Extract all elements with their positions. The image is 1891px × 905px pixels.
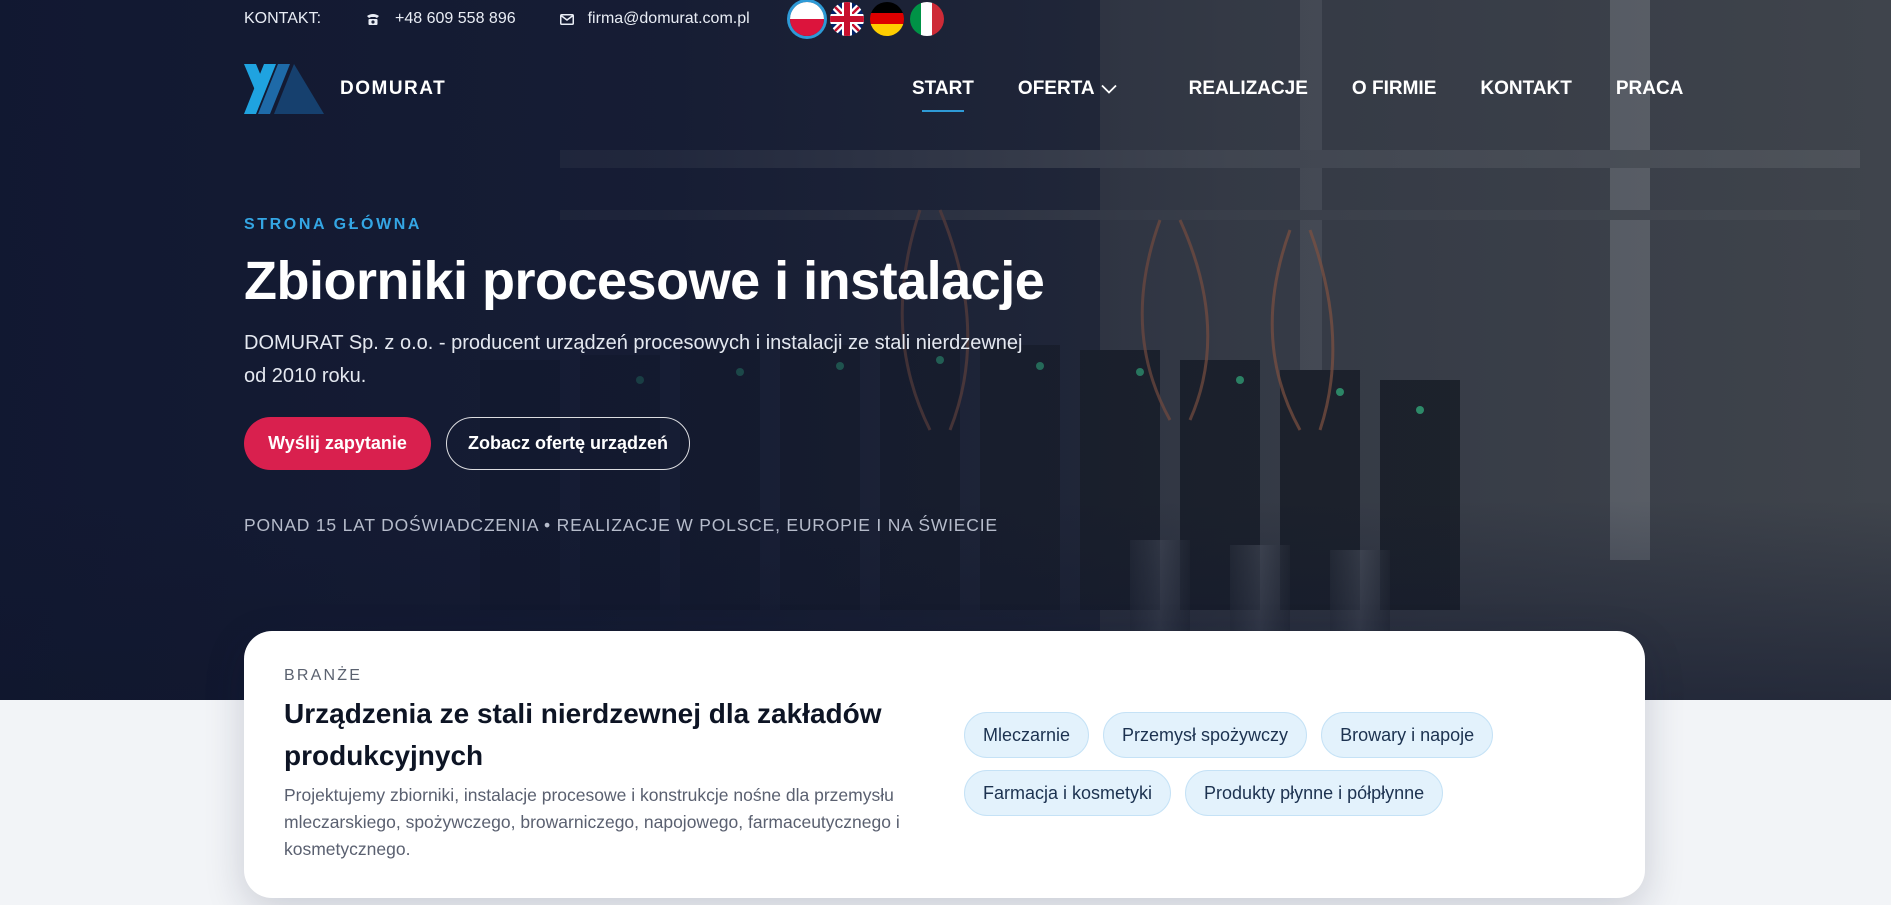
industries-title: Urządzenia ze stali nierdzewnej dla zakł… xyxy=(284,698,882,771)
main-navigation: START OFERTA REALIZACJE O FIRMIE KONTAKT… xyxy=(912,78,1684,112)
phone-number: +48 609 558 896 xyxy=(395,10,516,27)
industries-eyebrow: BRANŻE xyxy=(284,667,363,684)
hero-eyebrow: STRONA GŁÓWNA xyxy=(244,216,423,233)
email-link[interactable]: firma@domurat.com.pl xyxy=(559,10,750,28)
nav-item-label: KONTAKT xyxy=(1480,78,1572,99)
language-switcher xyxy=(789,2,944,36)
nav-item-realizacje[interactable]: REALIZACJE xyxy=(1189,78,1308,100)
top-contact-bar: KONTAKT: +48 609 558 896 firma@domurat.c… xyxy=(244,0,944,38)
nav-item-o-firmie[interactable]: O FIRMIE xyxy=(1352,78,1436,100)
hero-lead: DOMURAT Sp. z o.o. - producent urządzeń … xyxy=(244,332,1023,387)
nav-item-start[interactable]: START xyxy=(912,78,974,112)
nav-item-label: OFERTA xyxy=(1017,78,1095,99)
nav-item-kontakt[interactable]: KONTAKT xyxy=(1480,78,1571,100)
send-inquiry-button[interactable]: Wyślij zapytanie xyxy=(244,417,431,470)
industry-chip[interactable]: Browary i napoje xyxy=(1321,712,1494,758)
flag-italy-icon[interactable] xyxy=(909,2,944,36)
flag-germany-icon[interactable] xyxy=(869,2,904,36)
industries-card: BRANŻE Urządzenia ze stali nierdzewnej d… xyxy=(244,631,1645,898)
email-address: firma@domurat.com.pl xyxy=(587,10,750,27)
nav-item-label: REALIZACJE xyxy=(1188,78,1308,99)
domurat-logo-icon xyxy=(244,64,324,114)
hero-tagline: PONAD 15 LAT DOŚWIADCZENIA • REALIZACJE … xyxy=(244,515,998,535)
brand-name: DOMURAT xyxy=(340,78,447,99)
industry-chip[interactable]: Produkty płynne i półpłynne xyxy=(1185,770,1444,816)
industry-chip[interactable]: Przemysł spożywczy xyxy=(1103,712,1308,758)
phone-icon xyxy=(367,14,380,25)
industry-chip[interactable]: Mleczarnie xyxy=(964,712,1090,758)
flag-poland-icon[interactable] xyxy=(789,2,824,36)
nav-item-label: START xyxy=(912,78,974,99)
flag-uk-icon[interactable] xyxy=(829,2,864,36)
nav-item-label: PRACA xyxy=(1615,78,1684,99)
mail-icon xyxy=(559,13,574,25)
nav-item-label: O FIRMIE xyxy=(1351,78,1437,99)
industry-chip[interactable]: Farmacja i kosmetyki xyxy=(964,770,1172,816)
industries-description: Projektujemy zbiorniki, instalacje proce… xyxy=(284,785,900,859)
hero-title: Zbiorniki procesowe i instalacje xyxy=(244,251,1045,311)
nav-item-praca[interactable]: PRACA xyxy=(1616,78,1684,100)
nav-item-oferta[interactable]: OFERTA xyxy=(1018,78,1117,100)
contact-label: KONTAKT: xyxy=(244,10,322,27)
phone-link[interactable]: +48 609 558 896 xyxy=(365,10,516,28)
brand-logo-link[interactable]: DOMURAT xyxy=(244,64,446,114)
industries-chip-list: Mleczarnie Przemysł spożywczy Browary i … xyxy=(964,712,1564,816)
chevron-down-icon xyxy=(1100,84,1117,94)
view-offer-button[interactable]: Zobacz ofertę urządzeń xyxy=(446,417,690,470)
